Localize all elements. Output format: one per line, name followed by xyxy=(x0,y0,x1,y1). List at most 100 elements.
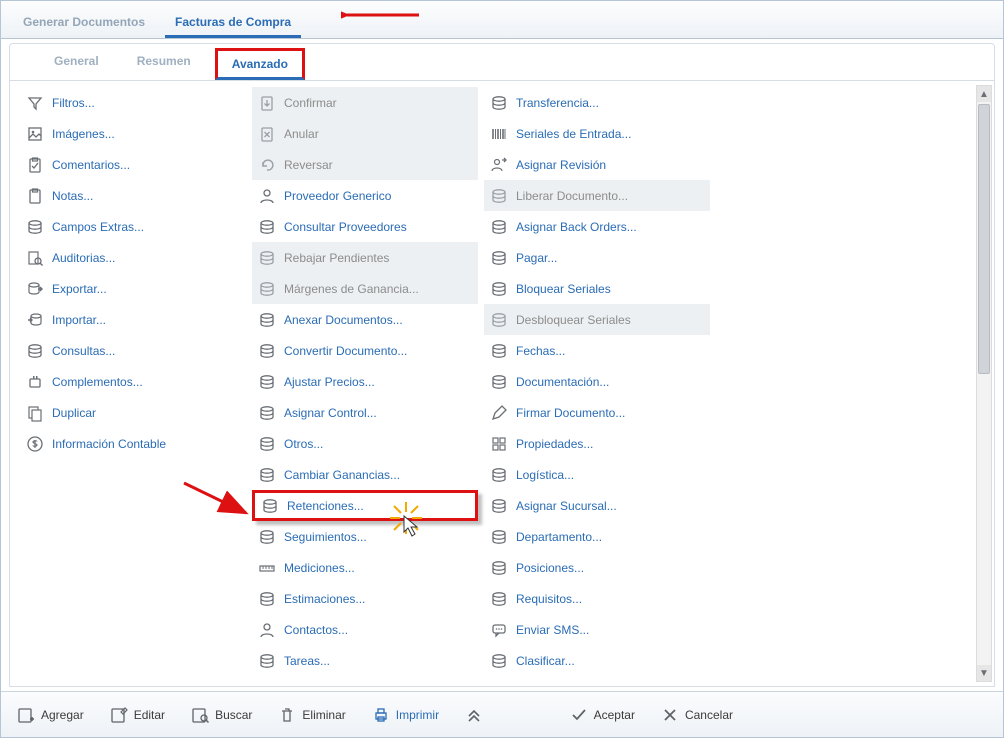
menu-item-retenciones[interactable]: Retenciones... xyxy=(252,490,478,521)
menu-item-convertir[interactable]: Convertir Documento... xyxy=(252,335,478,366)
menu-item-complementos[interactable]: Complementos... xyxy=(20,366,246,397)
add-icon xyxy=(17,706,35,724)
menu-item-otros[interactable]: Otros... xyxy=(252,428,478,459)
menu-item-logistica[interactable]: Logística... xyxy=(484,459,710,490)
menu-item-label: Ajustar Precios... xyxy=(284,375,375,389)
db-icon xyxy=(490,373,508,391)
scroll-down-arrow[interactable]: ▼ xyxy=(977,665,991,681)
menu-item-estimaciones[interactable]: Estimaciones... xyxy=(252,583,478,614)
chevrons-up-icon xyxy=(465,706,483,724)
subtab-avanzado[interactable]: Avanzado xyxy=(215,48,305,80)
menu-item-label: Anexar Documentos... xyxy=(284,313,403,327)
menu-item-bloqser[interactable]: Bloquear Seriales xyxy=(484,273,710,304)
editar-button[interactable]: Editar xyxy=(104,702,171,728)
vertical-scrollbar[interactable]: ▲ ▼ xyxy=(976,85,992,682)
scroll-thumb[interactable] xyxy=(978,104,990,374)
collapse-button[interactable] xyxy=(459,702,489,728)
db-icon xyxy=(258,342,276,360)
db-icon xyxy=(490,342,508,360)
menu-item-tareas[interactable]: Tareas... xyxy=(252,645,478,676)
imprimir-button[interactable]: Imprimir xyxy=(366,702,445,728)
db-icon xyxy=(258,466,276,484)
cancelar-label: Cancelar xyxy=(685,708,733,722)
menu-item-departamento[interactable]: Departamento... xyxy=(484,521,710,552)
menu-item-filtros[interactable]: Filtros... xyxy=(20,87,246,118)
menu-item-importar[interactable]: Importar... xyxy=(20,304,246,335)
menu-item-infocont[interactable]: Información Contable xyxy=(20,428,246,459)
menu-item-imagenes[interactable]: Imágenes... xyxy=(20,118,246,149)
db-icon xyxy=(490,218,508,236)
menu-item-auditorias[interactable]: Auditorias... xyxy=(20,242,246,273)
menu-item-asignarsuc[interactable]: Asignar Sucursal... xyxy=(484,490,710,521)
menu-item-mediciones[interactable]: Mediciones... xyxy=(252,552,478,583)
subtab-general[interactable]: General xyxy=(40,48,113,80)
menu-item-duplicar[interactable]: Duplicar xyxy=(20,397,246,428)
column-3: Transferencia...Seriales de Entrada...As… xyxy=(484,87,710,680)
aceptar-button[interactable]: Aceptar xyxy=(564,702,641,728)
db-icon xyxy=(490,187,508,205)
menu-item-label: Tareas... xyxy=(284,654,330,668)
menu-item-rebajar: Rebajar Pendientes xyxy=(252,242,478,273)
menu-item-exportar[interactable]: Exportar... xyxy=(20,273,246,304)
x-icon xyxy=(661,706,679,724)
menu-item-comentarios[interactable]: Comentarios... xyxy=(20,149,246,180)
db-icon xyxy=(258,652,276,670)
menu-item-consprov[interactable]: Consultar Proveedores xyxy=(252,211,478,242)
menu-item-notas[interactable]: Notas... xyxy=(20,180,246,211)
menu-item-label: Asignar Sucursal... xyxy=(516,499,617,513)
menu-item-documentacion[interactable]: Documentación... xyxy=(484,366,710,397)
menu-item-pagar[interactable]: Pagar... xyxy=(484,242,710,273)
menu-item-propiedades[interactable]: Propiedades... xyxy=(484,428,710,459)
menu-item-label: Asignar Back Orders... xyxy=(516,220,637,234)
cancelar-button[interactable]: Cancelar xyxy=(655,702,739,728)
check-icon xyxy=(570,706,588,724)
menu-item-firmar[interactable]: Firmar Documento... xyxy=(484,397,710,428)
buscar-button[interactable]: Buscar xyxy=(185,702,258,728)
menu-item-enviarsms[interactable]: Enviar SMS... xyxy=(484,614,710,645)
db-icon xyxy=(261,497,279,515)
db-icon xyxy=(490,528,508,546)
menu-item-label: Confirmar xyxy=(284,96,337,110)
db-icon xyxy=(490,249,508,267)
tab-facturas-compra[interactable]: Facturas de Compra xyxy=(165,9,301,38)
menu-item-asignarrev[interactable]: Asignar Revisión xyxy=(484,149,710,180)
menu-item-asignarctrl[interactable]: Asignar Control... xyxy=(252,397,478,428)
menu-item-seguimientos[interactable]: Seguimientos... xyxy=(252,521,478,552)
menu-item-campos[interactable]: Campos Extras... xyxy=(20,211,246,242)
menu-item-seriales[interactable]: Seriales de Entrada... xyxy=(484,118,710,149)
eliminar-button[interactable]: Eliminar xyxy=(272,702,351,728)
menu-item-fechas[interactable]: Fechas... xyxy=(484,335,710,366)
menu-item-cambiargan[interactable]: Cambiar Ganancias... xyxy=(252,459,478,490)
menu-item-requisitos[interactable]: Requisitos... xyxy=(484,583,710,614)
advanced-panel: Filtros...Imágenes...Comentarios...Notas… xyxy=(9,81,995,687)
grid-icon xyxy=(490,435,508,453)
menu-item-posiciones[interactable]: Posiciones... xyxy=(484,552,710,583)
agregar-button[interactable]: Agregar xyxy=(11,702,90,728)
menu-item-clasificar[interactable]: Clasificar... xyxy=(484,645,710,676)
menu-item-transferencia[interactable]: Transferencia... xyxy=(484,87,710,118)
menu-item-reversar: Reversar xyxy=(252,149,478,180)
menu-item-contactos[interactable]: Contactos... xyxy=(252,614,478,645)
db-icon xyxy=(490,94,508,112)
trash-icon xyxy=(278,706,296,724)
db-icon xyxy=(258,435,276,453)
menu-item-backorders[interactable]: Asignar Back Orders... xyxy=(484,211,710,242)
editar-label: Editar xyxy=(134,708,165,722)
scroll-up-arrow[interactable]: ▲ xyxy=(977,86,991,102)
subtab-resumen[interactable]: Resumen xyxy=(123,48,205,80)
menu-item-anexar[interactable]: Anexar Documentos... xyxy=(252,304,478,335)
menu-item-label: Estimaciones... xyxy=(284,592,365,606)
eliminar-label: Eliminar xyxy=(302,708,345,722)
menu-item-label: Desbloquear Seriales xyxy=(516,313,631,327)
menu-item-liberar: Liberar Documento... xyxy=(484,180,710,211)
menu-item-label: Liberar Documento... xyxy=(516,189,628,203)
menu-item-ajustar[interactable]: Ajustar Precios... xyxy=(252,366,478,397)
person-icon xyxy=(258,621,276,639)
aceptar-label: Aceptar xyxy=(594,708,635,722)
tab-generar-documentos[interactable]: Generar Documentos xyxy=(13,9,155,38)
person-icon xyxy=(258,187,276,205)
db-icon xyxy=(258,590,276,608)
menu-item-consultas[interactable]: Consultas... xyxy=(20,335,246,366)
column-1: Filtros...Imágenes...Comentarios...Notas… xyxy=(20,87,246,680)
menu-item-provgen[interactable]: Proveedor Generico xyxy=(252,180,478,211)
